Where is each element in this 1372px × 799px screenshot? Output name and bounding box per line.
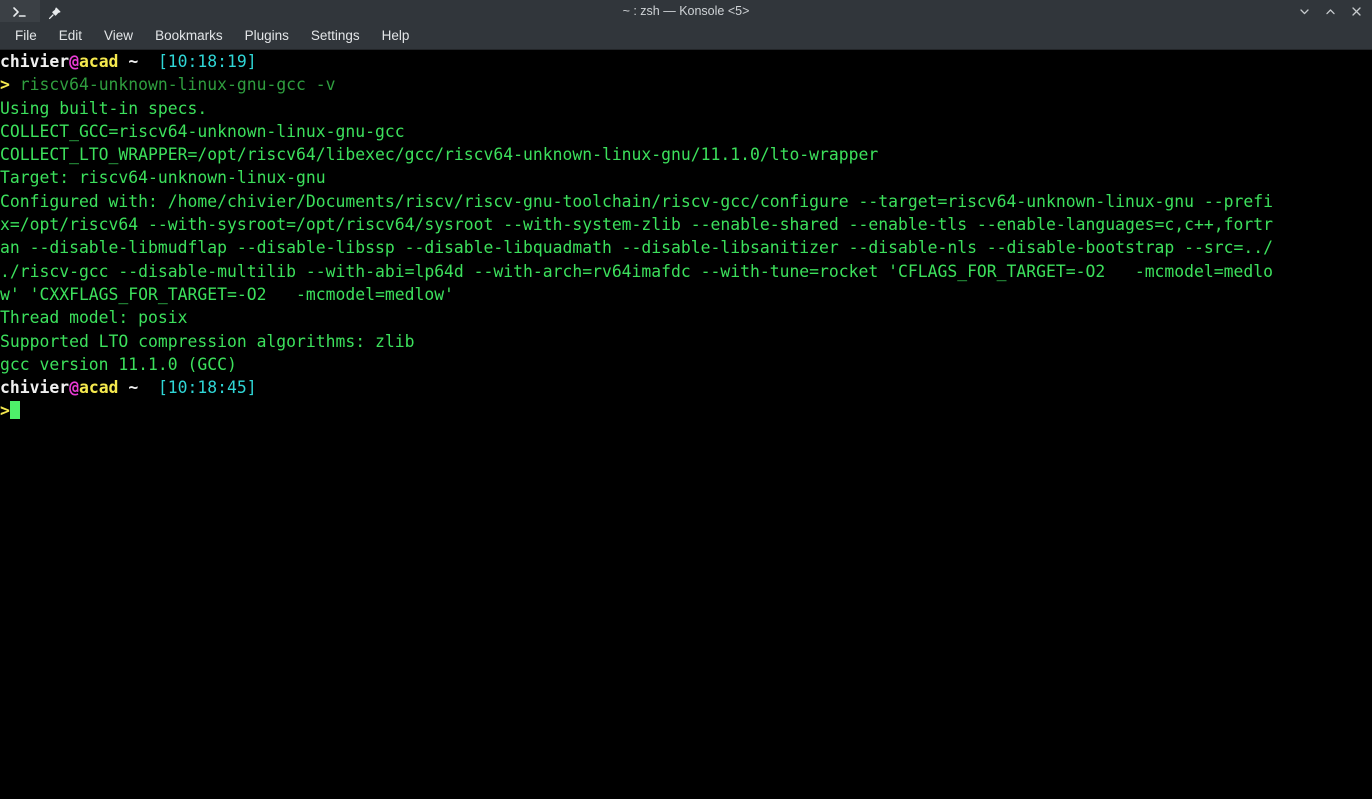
maximize-button[interactable] xyxy=(1318,0,1342,22)
menu-item-plugins[interactable]: Plugins xyxy=(234,24,300,47)
output-line: COLLECT_GCC=riscv64-unknown-linux-gnu-gc… xyxy=(0,121,405,141)
output-line: Target: riscv64-unknown-linux-gnu xyxy=(0,168,326,188)
prompt-timestamp: [10:18:45] xyxy=(157,378,257,398)
menu-item-edit[interactable]: Edit xyxy=(48,24,93,47)
close-x-icon xyxy=(1350,5,1363,18)
window-controls xyxy=(1292,0,1368,22)
menubar: File Edit View Bookmarks Plugins Setting… xyxy=(0,22,1372,50)
output-line: Thread model: posix xyxy=(0,308,188,328)
prompt-path: ~ xyxy=(128,378,139,398)
prompt-path: ~ xyxy=(128,52,139,71)
prompt-at-symbol: @ xyxy=(69,52,79,71)
text-cursor xyxy=(9,401,20,420)
terminal-output-area[interactable]: chivier@acad ~ [10:18:19] > riscv64-unkn… xyxy=(0,50,1372,798)
close-button[interactable] xyxy=(1344,0,1368,22)
output-line: COLLECT_LTO_WRAPPER=/opt/riscv64/libexec… xyxy=(0,145,879,165)
prompt-arrow: > xyxy=(0,75,10,95)
prompt-hostname: acad xyxy=(78,52,119,71)
output-line: ./riscv-gcc --disable-multilib --with-ab… xyxy=(0,261,1273,281)
output-line: Using built-in specs. xyxy=(0,98,208,118)
menu-item-help[interactable]: Help xyxy=(371,24,421,47)
command-input-line-active[interactable]: > xyxy=(0,399,1372,422)
tab-strip xyxy=(0,0,68,22)
output-line: gcc version 11.1.0 (GCC) xyxy=(0,354,237,374)
pin-tab-button[interactable] xyxy=(40,0,68,22)
output-line: Configured with: /home/chivier/Documents… xyxy=(0,191,1273,211)
menu-item-view[interactable]: View xyxy=(93,24,144,47)
output-line: an --disable-libmudflap --disable-libssp… xyxy=(0,238,1273,258)
menu-item-file[interactable]: File xyxy=(4,24,48,47)
prompt-username: chivier xyxy=(0,378,70,398)
prompt-at-symbol: @ xyxy=(69,378,79,398)
output-line: x=/opt/riscv64 --with-sysroot=/opt/riscv… xyxy=(0,215,1273,235)
prompt-hostname: acad xyxy=(78,378,119,398)
pin-icon xyxy=(48,5,61,19)
menu-item-bookmarks[interactable]: Bookmarks xyxy=(144,24,234,47)
tab-session-active[interactable] xyxy=(0,0,40,22)
window-title: ~ : zsh — Konsole <5> xyxy=(622,4,750,18)
chevron-down-icon xyxy=(1298,5,1311,18)
command-input-line: > riscv64-unknown-linux-gnu-gcc -v xyxy=(0,73,1372,96)
prompt-arrow: > xyxy=(0,401,10,421)
shell-prompt-line: chivier@acad ~ [10:18:19] xyxy=(0,50,1372,73)
command-text: riscv64-unknown-linux-gnu-gcc -v xyxy=(19,75,336,95)
chevron-up-icon xyxy=(1324,5,1337,18)
output-line: Supported LTO compression algorithms: zl… xyxy=(0,331,415,351)
shell-prompt-line: chivier@acad ~ [10:18:45] xyxy=(0,376,1372,399)
terminal-prompt-icon xyxy=(12,4,28,18)
prompt-username: chivier xyxy=(0,52,70,71)
window-titlebar: ~ : zsh — Konsole <5> xyxy=(0,0,1372,22)
output-line: w' 'CXXFLAGS_FOR_TARGET=-O2 -mcmodel=med… xyxy=(0,284,454,304)
minimize-button[interactable] xyxy=(1292,0,1316,22)
menu-item-settings[interactable]: Settings xyxy=(300,24,371,47)
prompt-timestamp: [10:18:19] xyxy=(157,52,257,71)
